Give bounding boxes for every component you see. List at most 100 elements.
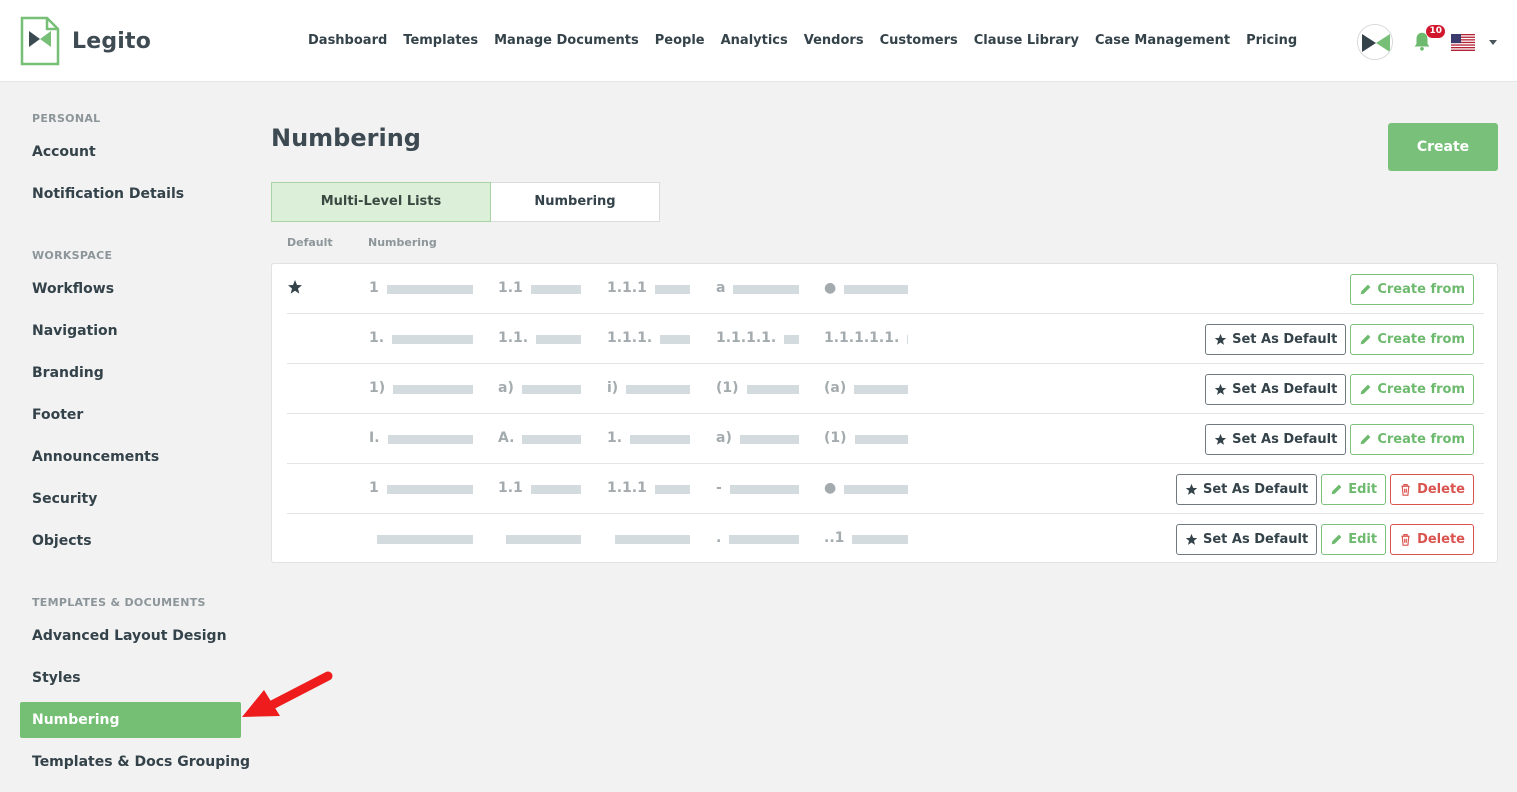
numbering-level-3: 1.1.1. xyxy=(607,330,690,348)
level-label: a xyxy=(716,280,726,296)
level-preview-bar xyxy=(854,385,908,394)
sidebar-item-advanced-layout-design[interactable]: Advanced Layout Design xyxy=(20,618,241,654)
level-label: A. xyxy=(498,430,515,446)
level-preview-bar xyxy=(660,335,690,344)
sidebar-item-notification-details[interactable]: Notification Details xyxy=(20,176,241,212)
create-from-button[interactable]: Create from xyxy=(1350,424,1474,455)
button-label: Edit xyxy=(1348,482,1378,497)
notification-count-badge: 10 xyxy=(1426,25,1445,38)
row-actions: Set As Default Create from xyxy=(1205,374,1474,405)
numbering-level-3: i) xyxy=(607,380,690,398)
level-label: 1.1.1 xyxy=(607,480,647,496)
settings-sidebar: PERSONAL Account Notification Details WO… xyxy=(0,82,250,792)
create-from-button[interactable]: Create from xyxy=(1350,274,1474,305)
button-label: Delete xyxy=(1417,532,1465,547)
level-label: 1) xyxy=(369,380,386,396)
nav-people[interactable]: People xyxy=(647,33,713,48)
numbering-level-2: 1.1 xyxy=(498,280,581,298)
sidebar-item-footer[interactable]: Footer xyxy=(20,397,241,433)
star-icon xyxy=(1214,333,1227,345)
set-default-button[interactable]: Set As Default xyxy=(1176,524,1318,555)
nav-case-management[interactable]: Case Management xyxy=(1087,33,1238,48)
level-preview-bar xyxy=(907,335,908,344)
level-preview-bar xyxy=(729,535,799,544)
tab-multi-level-lists[interactable]: Multi-Level Lists xyxy=(271,182,491,222)
level-label: (1) xyxy=(824,430,847,446)
trash-icon xyxy=(1401,534,1410,546)
nav-clause-library[interactable]: Clause Library xyxy=(966,33,1087,48)
numbering-level-2: 1.1. xyxy=(498,330,581,348)
edit-button[interactable]: Edit xyxy=(1321,474,1387,505)
nav-templates[interactable]: Templates xyxy=(395,33,486,48)
level-preview-bar xyxy=(536,335,581,344)
user-avatar[interactable] xyxy=(1357,24,1393,60)
level-preview-bar xyxy=(784,335,799,344)
table-row: I. A. 1. a) (1) Set As Default Create from xyxy=(287,414,1484,464)
level-preview-bar xyxy=(388,435,473,444)
level-preview-bar xyxy=(506,535,581,544)
nav-vendors[interactable]: Vendors xyxy=(796,33,872,48)
level-label: 1.1.1. xyxy=(607,330,653,346)
sidebar-item-numbering[interactable]: Numbering xyxy=(20,702,241,738)
nav-analytics[interactable]: Analytics xyxy=(713,33,796,48)
table-row: 1) a) i) (1) (a) Set As Default Create from xyxy=(287,364,1484,414)
level-preview-bar xyxy=(392,335,473,344)
numbering-level-3: 1.1.1 xyxy=(607,480,690,498)
star-icon xyxy=(1214,383,1227,395)
legito-avatar-icon xyxy=(1358,25,1392,59)
button-label: Create from xyxy=(1377,432,1465,447)
sidebar-item-security[interactable]: Security xyxy=(20,481,241,517)
chevron-down-icon xyxy=(1489,39,1497,45)
create-button[interactable]: Create xyxy=(1388,123,1498,171)
pencil-icon xyxy=(1360,334,1371,345)
level-label: I. xyxy=(369,430,380,446)
nav-manage-documents[interactable]: Manage Documents xyxy=(486,33,647,48)
set-default-button[interactable]: Set As Default xyxy=(1205,424,1347,455)
tab-numbering[interactable]: Numbering xyxy=(491,182,660,222)
button-label: Create from xyxy=(1377,282,1465,297)
numbering-level-2: 1.1 xyxy=(498,480,581,498)
notifications-button[interactable]: 10 xyxy=(1411,25,1445,54)
main-nav: Dashboard Templates Manage Documents People… xyxy=(300,33,1305,48)
level-preview-bar xyxy=(730,485,799,494)
sidebar-section-templates-documents: TEMPLATES & DOCUMENTS xyxy=(32,596,206,609)
level-label: 1. xyxy=(607,430,623,446)
edit-button[interactable]: Edit xyxy=(1321,524,1387,555)
numbering-level-1: 1. xyxy=(369,330,473,348)
us-flag-icon xyxy=(1451,33,1475,51)
level-preview-bar xyxy=(747,385,799,394)
level-label: (a) xyxy=(824,380,847,396)
level-label: a) xyxy=(716,430,732,446)
legito-logo[interactable]: Legito xyxy=(20,16,151,66)
level-label: 1.1 xyxy=(498,480,523,496)
level-preview-bar xyxy=(733,285,799,294)
sidebar-item-branding[interactable]: Branding xyxy=(20,355,241,391)
numbering-level-4: (1) xyxy=(716,380,799,398)
button-label: Create from xyxy=(1377,332,1465,347)
nav-pricing[interactable]: Pricing xyxy=(1238,33,1305,48)
delete-button[interactable]: Delete xyxy=(1390,524,1474,555)
sidebar-item-objects[interactable]: Objects xyxy=(20,523,241,559)
level-preview-bar xyxy=(377,535,473,544)
create-from-button[interactable]: Create from xyxy=(1350,324,1474,355)
sidebar-item-announcements[interactable]: Announcements xyxy=(20,439,241,475)
sidebar-item-styles[interactable]: Styles xyxy=(20,660,241,696)
create-from-button[interactable]: Create from xyxy=(1350,374,1474,405)
numbering-level-4: . xyxy=(716,530,799,548)
sidebar-item-navigation[interactable]: Navigation xyxy=(20,313,241,349)
delete-button[interactable]: Delete xyxy=(1390,474,1474,505)
nav-dashboard[interactable]: Dashboard xyxy=(300,33,395,48)
set-default-button[interactable]: Set As Default xyxy=(1205,324,1347,355)
numbering-level-1: 1 xyxy=(369,480,473,498)
level-label: (1) xyxy=(716,380,739,396)
level-label: 1.1.1.1. xyxy=(716,330,777,346)
sidebar-item-account[interactable]: Account xyxy=(20,134,241,170)
nav-customers[interactable]: Customers xyxy=(872,33,966,48)
sidebar-item-templates-docs-grouping[interactable]: Templates & Docs Grouping xyxy=(20,744,250,780)
set-default-button[interactable]: Set As Default xyxy=(1205,374,1347,405)
set-default-button[interactable]: Set As Default xyxy=(1176,474,1318,505)
star-icon xyxy=(1185,533,1198,545)
sidebar-item-workflows[interactable]: Workflows xyxy=(20,271,241,307)
numbering-level-2: a) xyxy=(498,380,581,398)
language-selector[interactable] xyxy=(1435,33,1497,51)
